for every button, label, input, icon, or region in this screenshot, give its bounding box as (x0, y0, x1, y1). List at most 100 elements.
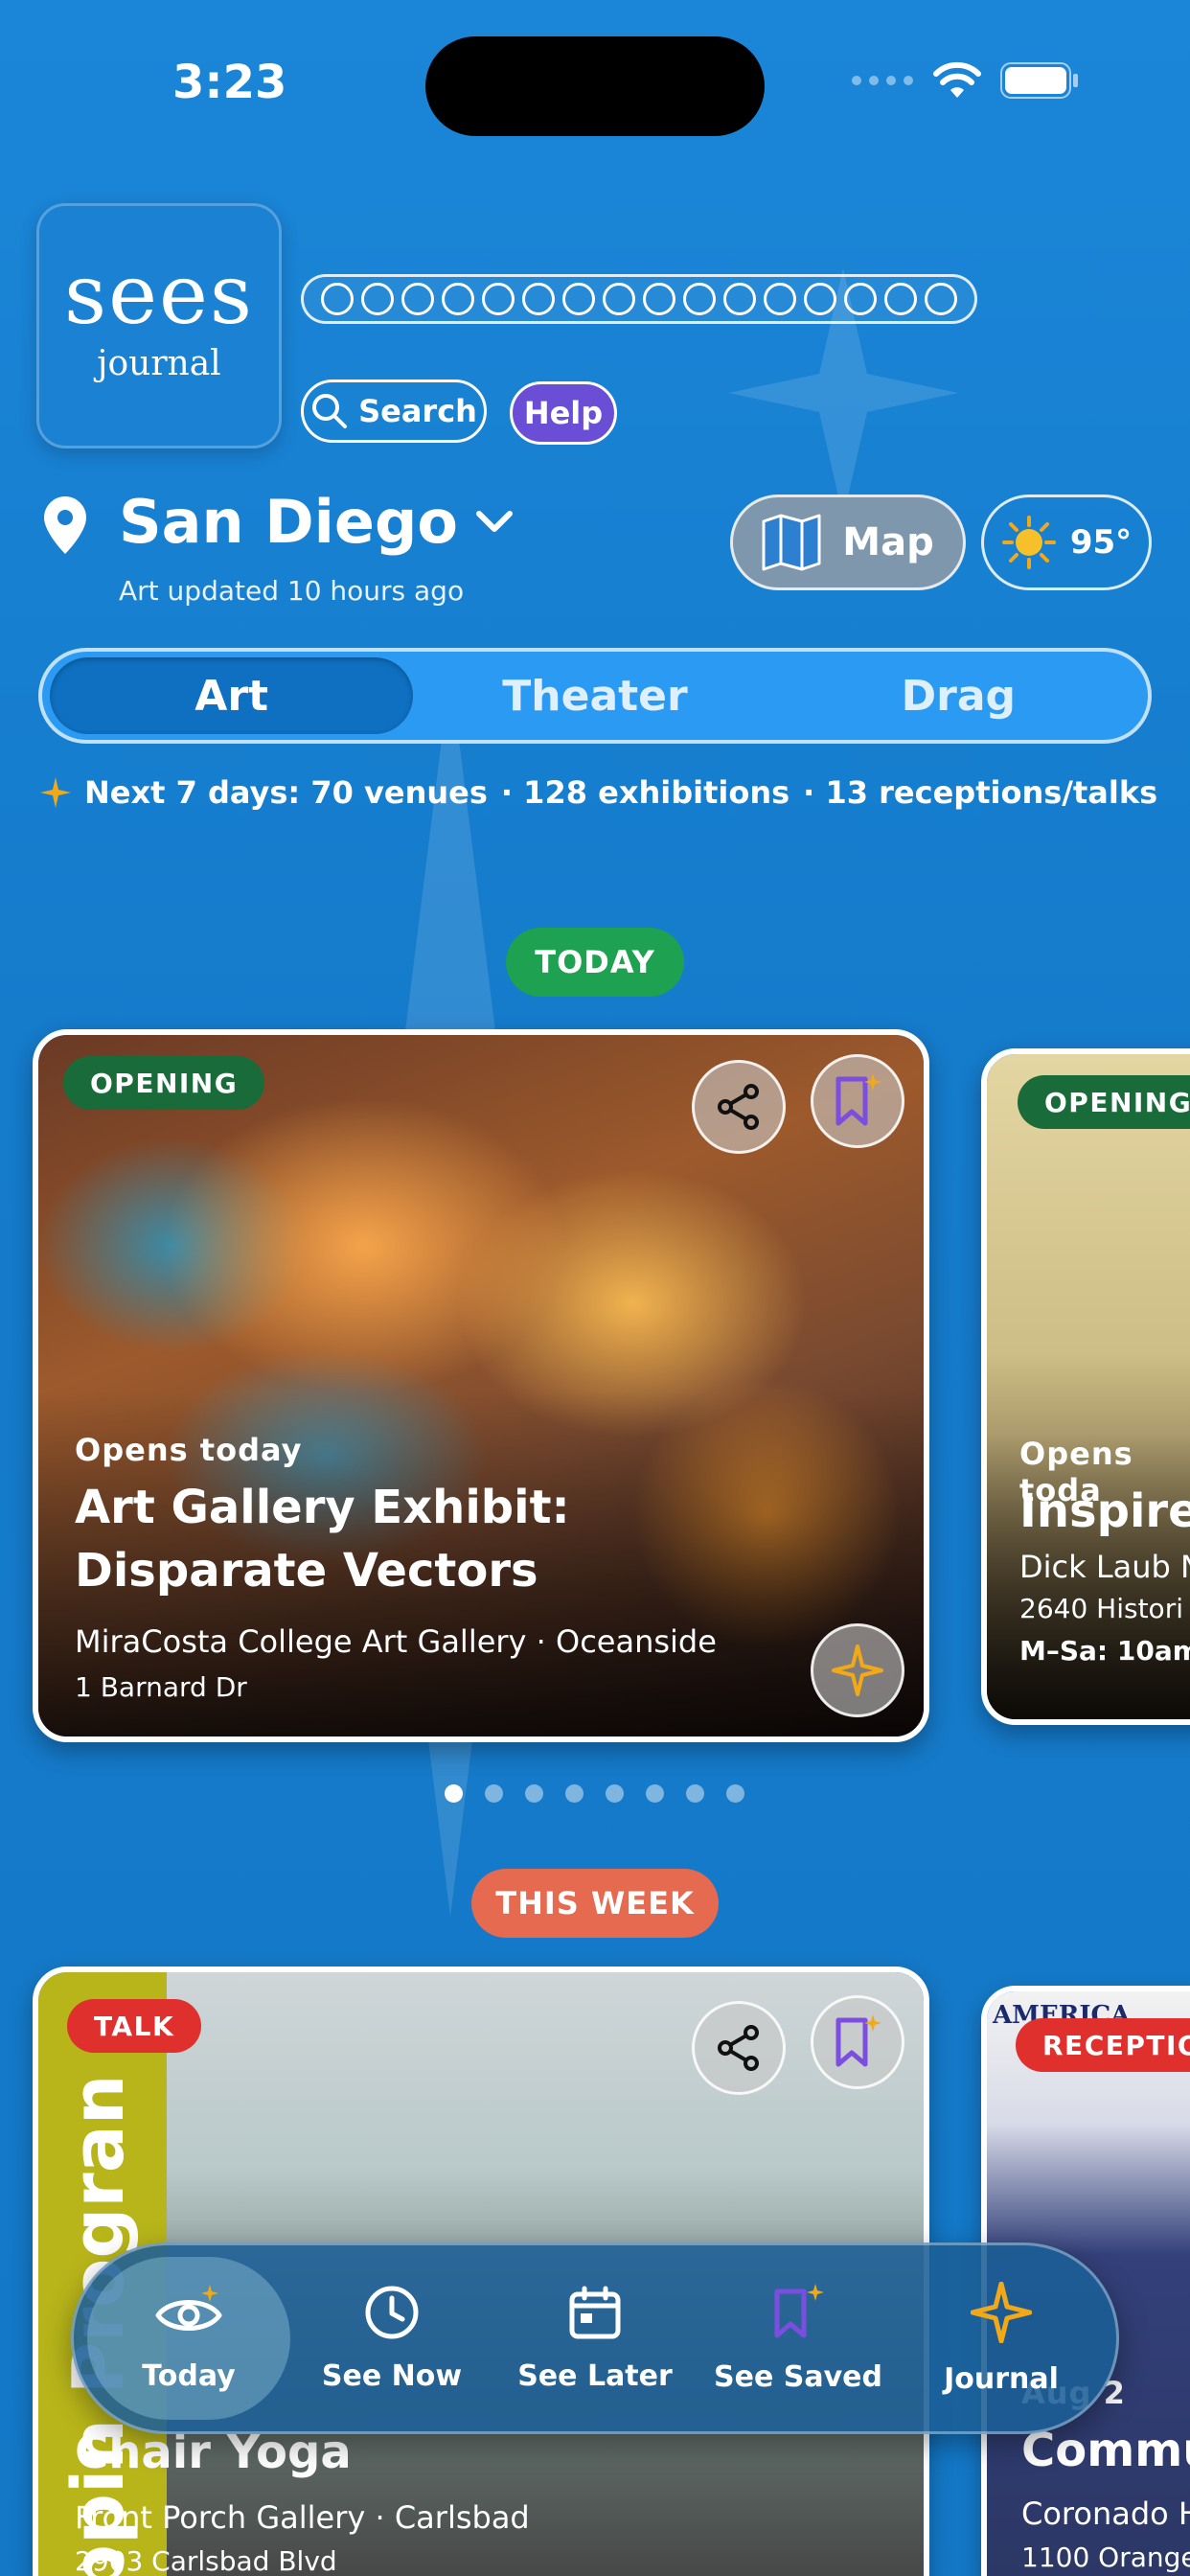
event-address: 2640 Histori (1019, 1593, 1183, 1624)
tab-today[interactable]: Today (87, 2257, 290, 2420)
progress-slot (482, 283, 515, 315)
search-label: Search (358, 393, 477, 429)
battery-icon (1000, 62, 1078, 99)
tab-see-later-label: See Later (517, 2358, 673, 2393)
tab-journal[interactable]: Journal (900, 2257, 1103, 2420)
progress-slot (401, 283, 434, 315)
tab-see-later[interactable]: See Later (493, 2257, 697, 2420)
location-pin-icon (44, 496, 86, 554)
carousel-dot[interactable] (485, 1784, 503, 1803)
opening-badge: OPENING (1018, 1075, 1190, 1129)
summary-venues: Next 7 days: 70 venues (84, 774, 488, 811)
status-time: 3:23 (172, 56, 287, 109)
add-to-journal-button[interactable] (811, 1623, 904, 1717)
event-venue: Front Porch Gallery · Carlsbad (75, 2499, 530, 2536)
dynamic-island (425, 36, 765, 136)
section-today: TODAY (506, 928, 684, 997)
map-label: Map (842, 520, 934, 564)
share-button[interactable] (692, 1060, 786, 1154)
bookmark-icon (774, 2283, 824, 2337)
sparkle-icon (971, 2281, 1032, 2343)
updated-timestamp: Art updated 10 hours ago (119, 575, 465, 607)
progress-slot (844, 283, 877, 315)
logo-word-journal: journal (97, 344, 221, 383)
search-button[interactable]: Search (301, 380, 487, 443)
search-icon (312, 394, 348, 428)
tab-see-saved[interactable]: See Saved (697, 2257, 900, 2420)
progress-slot (884, 283, 917, 315)
clock-icon (365, 2286, 419, 2338)
summary-exhibitions: · 128 exhibitions (500, 774, 790, 811)
app-logo: sees journal (36, 203, 282, 448)
progress-slot (723, 283, 756, 315)
carousel-dot[interactable] (445, 1784, 463, 1803)
carousel-dot[interactable] (686, 1784, 704, 1803)
section-this-week: THIS WEEK (471, 1869, 719, 1938)
progress-slot (442, 283, 474, 315)
bookmark-icon (835, 1073, 881, 1126)
weekly-summary: Next 7 days: 70 venues · 128 exhibitions… (40, 774, 1157, 811)
opening-badge: OPENING (63, 1056, 265, 1110)
sparkle-icon (40, 777, 71, 808)
event-title: Art Gallery Exhibit: Disparate Vectors (75, 1481, 570, 1598)
weather-button[interactable]: 95° (981, 494, 1152, 590)
event-address: 1100 Orange (1021, 2542, 1190, 2573)
logo-word-sees: sees (63, 247, 255, 343)
sparkle-icon (832, 1644, 883, 1696)
status-icons (851, 61, 1079, 100)
event-address: 2903 Carlsbad Blvd (75, 2545, 337, 2576)
summary-talks: · 13 receptions/talks (803, 774, 1158, 811)
cellular-signal-icon (852, 76, 913, 85)
event-card-inspired[interactable]: OPENING Opens toda Inspired Dick Laub N … (981, 1048, 1190, 1725)
progress-slot (683, 283, 716, 315)
share-icon (718, 2025, 759, 2071)
talk-badge: TALK (67, 1999, 202, 2053)
save-bookmark-button[interactable] (811, 1995, 904, 2089)
tab-see-saved-label: See Saved (714, 2359, 882, 2394)
carousel-dot[interactable] (565, 1784, 584, 1803)
bottom-tab-bar: Today See Now See Later See Saved Journa… (71, 2242, 1119, 2434)
carousel-dot[interactable] (726, 1784, 744, 1803)
event-card-disparate-vectors[interactable]: OPENING Opens today Art Gallery Exhibit:… (33, 1029, 929, 1742)
tab-today-label: Today (142, 2358, 236, 2393)
tab-theater[interactable]: Theater (413, 657, 776, 734)
bookmark-icon (835, 2014, 881, 2067)
event-status: Opens today (75, 1432, 303, 1468)
event-title: Inspired (1019, 1484, 1190, 1538)
eye-icon (155, 2284, 222, 2331)
event-hours: M–Sa: 10am (1019, 1635, 1190, 1667)
wifi-icon (933, 61, 981, 98)
carousel-dot[interactable] (646, 1784, 664, 1803)
progress-slot (603, 283, 635, 315)
event-address: 1 Barnard Dr (75, 1671, 247, 1703)
tab-journal-label: Journal (944, 2361, 1059, 2396)
carousel-dot[interactable] (606, 1784, 624, 1803)
share-button[interactable] (692, 2001, 786, 2095)
share-icon (718, 1084, 759, 1130)
tab-drag[interactable]: Drag (777, 657, 1140, 734)
progress-slot (804, 283, 836, 315)
progress-slot (321, 283, 354, 315)
tab-art[interactable]: Art (50, 657, 414, 734)
city-name: San Diego (119, 487, 458, 557)
help-button[interactable]: Help (510, 381, 617, 445)
progress-slot (361, 283, 394, 315)
progress-slot (562, 283, 595, 315)
save-bookmark-button[interactable] (811, 1054, 904, 1148)
sun-icon (1001, 516, 1056, 569)
carousel-page-indicator[interactable] (445, 1784, 744, 1803)
progress-slot (764, 283, 796, 315)
city-selector[interactable]: San Diego (119, 487, 514, 557)
carousel-dot[interactable] (525, 1784, 543, 1803)
progress-slot (925, 283, 957, 315)
progress-slot (522, 283, 555, 315)
progress-slot (643, 283, 675, 315)
map-icon (762, 514, 821, 571)
map-button[interactable]: Map (730, 494, 966, 590)
category-tabs: Art Theater Drag (38, 648, 1152, 744)
tab-see-now[interactable]: See Now (290, 2257, 493, 2420)
event-venue: Dick Laub N (1019, 1549, 1190, 1585)
journal-progress-tracker[interactable] (301, 274, 977, 324)
chevron-down-icon (475, 510, 513, 532)
calendar-icon (569, 2286, 621, 2338)
